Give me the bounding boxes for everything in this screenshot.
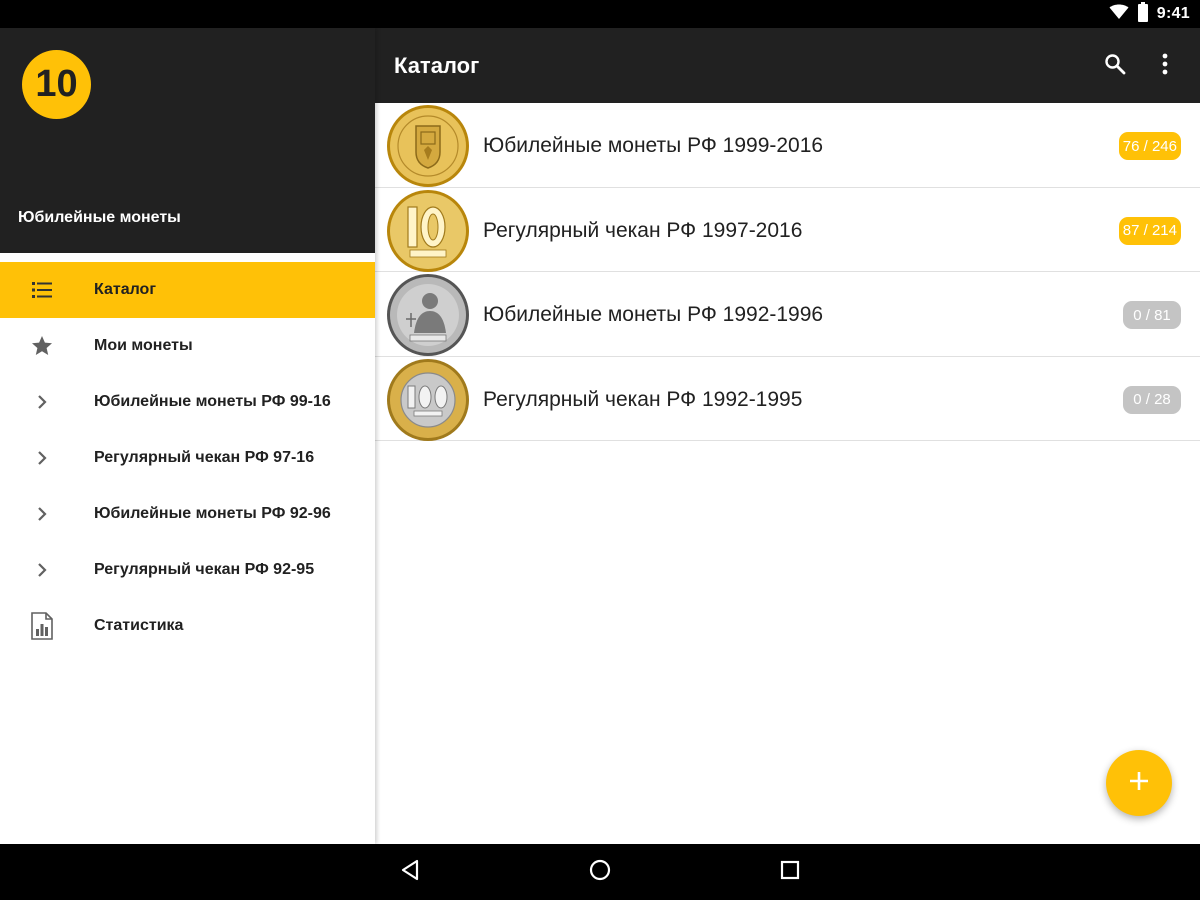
drawer-item-jubilee-92-96[interactable]: Юбилейные монеты РФ 92-96: [0, 486, 375, 542]
catalog-row-regular-1992-1995[interactable]: Регулярный чекан РФ 1992-1995 0 / 28: [375, 357, 1200, 442]
status-bar: 9:41: [0, 0, 1200, 28]
home-button[interactable]: [584, 856, 616, 888]
collected-count-badge: 0 / 81: [1123, 301, 1181, 329]
system-nav-bar: [0, 844, 1200, 900]
back-button[interactable]: [394, 856, 426, 888]
home-circle-icon: [588, 858, 612, 887]
drawer-item-my-coins[interactable]: Мои монеты: [0, 318, 375, 374]
chevron-right-icon: [28, 500, 56, 528]
page-title: Каталог: [394, 53, 480, 78]
more-vert-icon: [1161, 53, 1169, 80]
catalog-row-jubilee-1999-2016[interactable]: Юбилейные монеты РФ 1999-2016 76 / 246: [375, 103, 1200, 188]
catalog-row-title: Регулярный чекан РФ 1992-1995: [483, 387, 803, 411]
navigation-drawer: 10 Юбилейные монеты Каталог Мои монеты Ю…: [0, 28, 375, 844]
search-button[interactable]: [1095, 48, 1135, 84]
drawer-item-label: Каталог: [94, 281, 156, 298]
status-time: 9:41: [1156, 5, 1190, 22]
main-content: Каталог Юбилейные монеты РФ 1999-2016 76…: [375, 28, 1200, 844]
list-icon: [28, 276, 56, 304]
drawer-item-jubilee-99-16[interactable]: Юбилейные монеты РФ 99-16: [0, 374, 375, 430]
more-options-button[interactable]: [1145, 48, 1185, 84]
drawer-header: 10 Юбилейные монеты: [0, 28, 375, 253]
catalog-row-title: Юбилейные монеты РФ 1992-1996: [483, 303, 824, 326]
drawer-menu: Каталог Мои монеты Юбилейные монеты РФ 9…: [0, 253, 375, 654]
wifi-icon: [1109, 4, 1129, 25]
recent-apps-button[interactable]: [774, 856, 806, 888]
drawer-item-label: Статистика: [94, 617, 184, 634]
app-logo: 10: [22, 50, 91, 119]
battery-icon: [1137, 1, 1149, 27]
collected-count-badge: 0 / 28: [1123, 385, 1181, 414]
catalog-list: Юбилейные монеты РФ 1999-2016 76 / 246 Р…: [375, 103, 1200, 441]
drawer-subtitle: Юбилейные монеты: [18, 209, 181, 226]
drawer-item-regular-92-95[interactable]: Регулярный чекан РФ 92-95: [0, 542, 375, 598]
recent-square-icon: [779, 859, 801, 886]
search-icon: [1103, 52, 1127, 81]
drawer-item-label: Юбилейные монеты РФ 92-96: [94, 505, 331, 522]
drawer-item-regular-97-16[interactable]: Регулярный чекан РФ 97-16: [0, 430, 375, 486]
back-triangle-icon: [398, 858, 422, 887]
chevron-right-icon: [28, 388, 56, 416]
catalog-row-title: Регулярный чекан РФ 1997-2016: [483, 218, 803, 242]
bimetal-coin-100-rubles-icon: [386, 358, 470, 442]
toolbar: Каталог: [375, 28, 1200, 103]
plus-icon: [1128, 770, 1150, 797]
drawer-item-label: Регулярный чекан РФ 92-95: [94, 561, 315, 578]
drawer-item-statistics[interactable]: Статистика: [0, 598, 375, 654]
status-icons: 9:41: [1109, 0, 1190, 28]
collected-count-badge: 76 / 246: [1118, 132, 1181, 160]
drawer-item-label: Мои монеты: [94, 337, 193, 354]
collected-count-badge: 87 / 214: [1118, 216, 1181, 245]
silver-coin-portrait-icon: [386, 273, 470, 357]
drawer-item-catalog[interactable]: Каталог: [0, 262, 375, 318]
catalog-row-title: Юбилейные монеты РФ 1999-2016: [483, 134, 824, 157]
add-button[interactable]: [1106, 750, 1172, 816]
catalog-row-regular-1997-2016[interactable]: Регулярный чекан РФ 1997-2016 87 / 214: [375, 188, 1200, 273]
chevron-right-icon: [28, 444, 56, 472]
chart-document-icon: [28, 612, 56, 640]
drawer-item-label: Регулярный чекан РФ 97-16: [94, 449, 315, 466]
chevron-right-icon: [28, 556, 56, 584]
gold-coin-coat-of-arms-icon: [386, 104, 470, 188]
star-icon: [28, 332, 56, 360]
catalog-row-jubilee-1992-1996[interactable]: Юбилейные монеты РФ 1992-1996 0 / 81: [375, 272, 1200, 357]
gold-coin-10-rubles-icon: [386, 189, 470, 273]
drawer-item-label: Юбилейные монеты РФ 99-16: [94, 393, 331, 410]
